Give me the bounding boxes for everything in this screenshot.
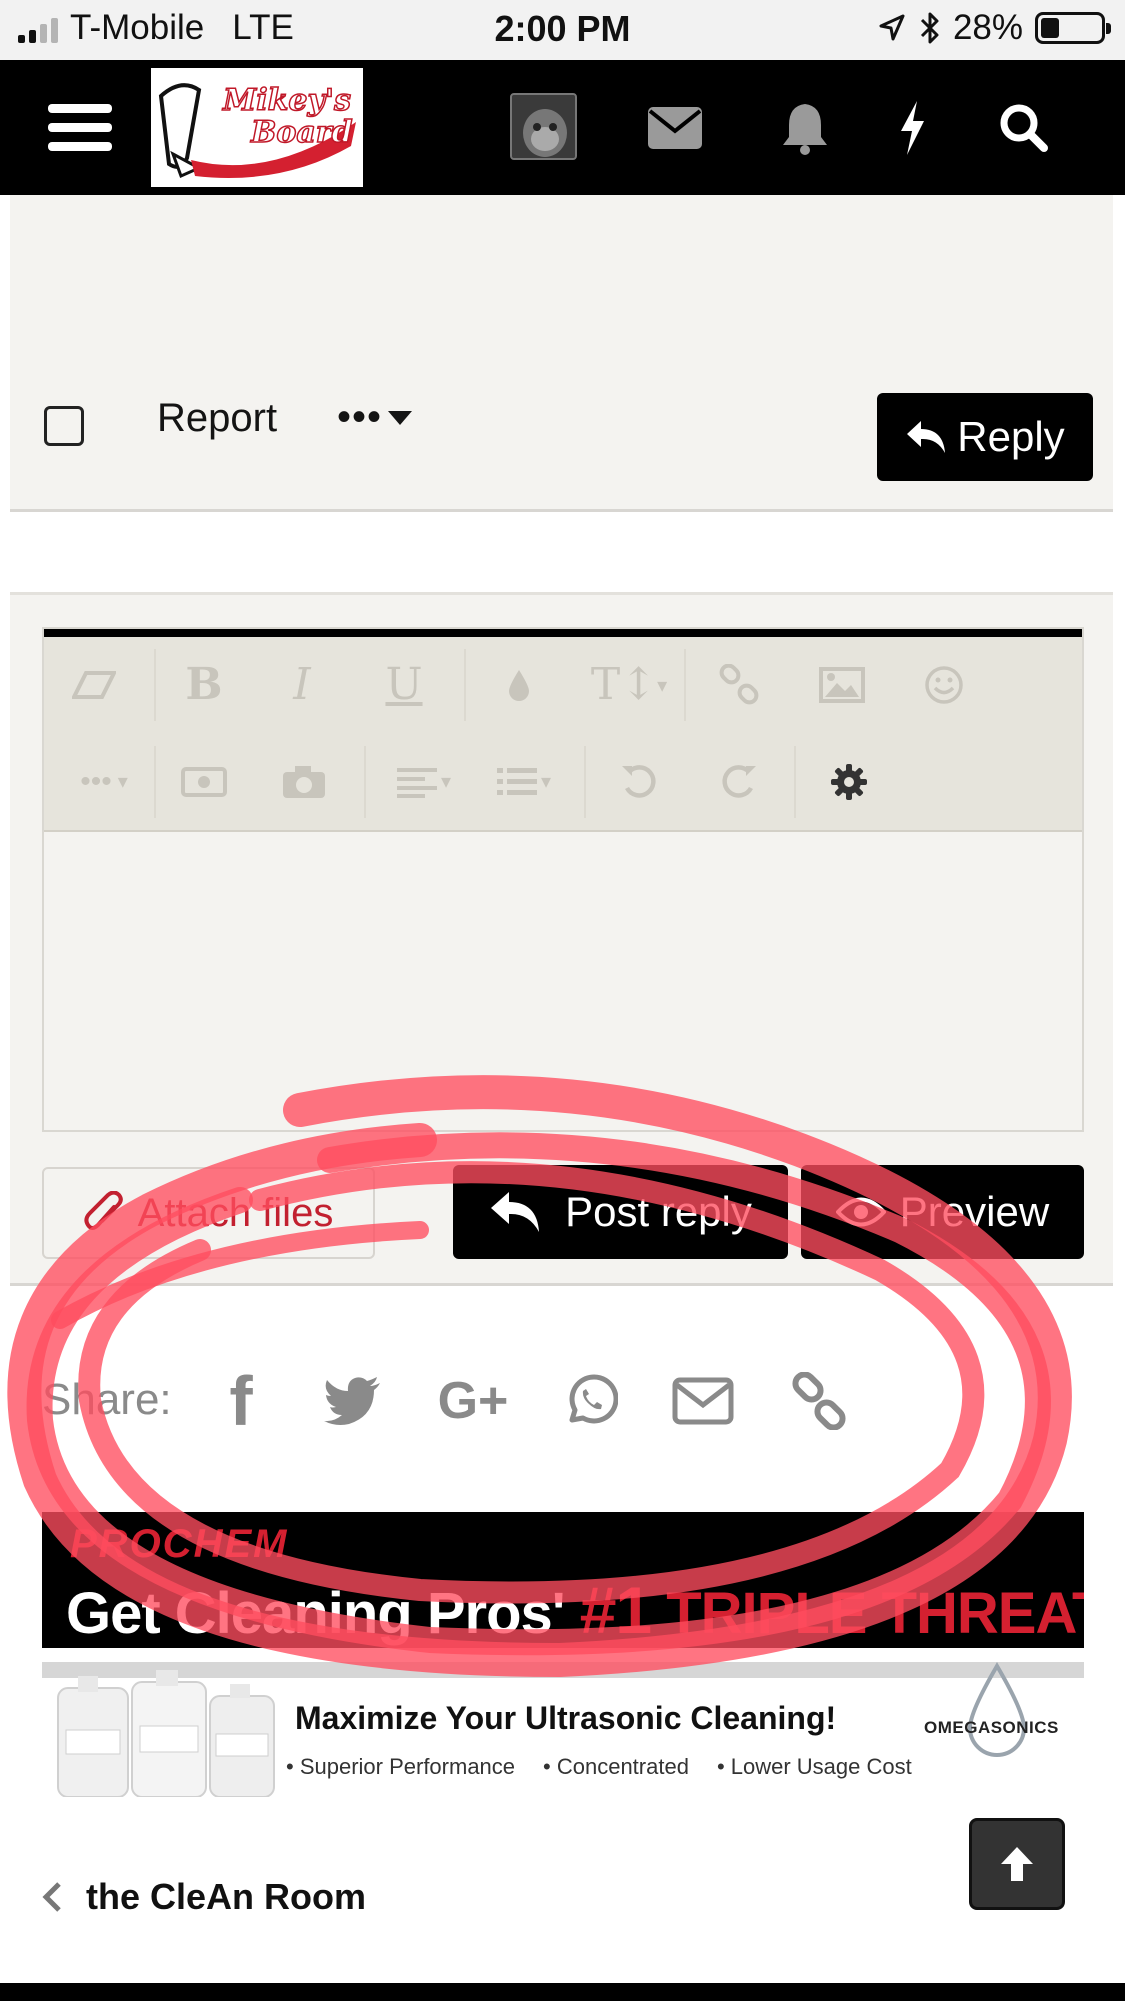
align-icon[interactable]: ▾ [384,734,464,829]
paperclip-icon [84,1191,123,1230]
scroll-to-top-button[interactable] [969,1818,1065,1910]
toolbar-row-2: ••• ▾ ▾ ▾ [44,734,1082,829]
whatsapp-icon[interactable] [556,1366,626,1436]
email-icon[interactable] [668,1366,738,1436]
italic-icon[interactable]: I [272,637,332,732]
omegasonics-ad-banner[interactable]: Maximize Your Ultrasonic Cleaning! • Sup… [42,1662,1084,1797]
site-logo[interactable]: Mikey's Board [151,68,363,187]
more-icon[interactable]: ••• ▾ [64,734,144,829]
logo-text-1: Mikey's [222,83,351,118]
ad-brand-name: OMEGASONICS [924,1718,1059,1737]
reply-editor-section: B I U T↕ ▾ ••• ▾ ▾ ▾ Attach files Post r… [10,592,1113,1286]
camera-icon[interactable] [274,734,334,829]
list-icon[interactable]: ▾ [484,734,564,829]
reply-button[interactable]: Reply [877,393,1093,481]
rich-text-editor: B I U T↕ ▾ ••• ▾ ▾ ▾ [42,627,1084,1132]
undo-icon[interactable] [609,734,669,829]
attach-files-label: Attach files [137,1190,334,1235]
chevron-left-icon [42,1882,61,1912]
reply-button-label: Reply [957,413,1065,460]
reply-arrow-icon [491,1192,540,1232]
search-icon[interactable] [994,60,1054,195]
editor-text-area[interactable] [44,834,1082,1130]
post-reply-button[interactable]: Post reply [453,1165,788,1259]
report-link[interactable]: Report [157,396,277,441]
ad-bullets: • Superior Performance • Concentrated • … [286,1754,912,1779]
arrow-up-icon [1001,1847,1033,1881]
ad-headline: Get Cleaning Pros' #1 TRIPLE THREAT [66,1573,1084,1647]
media-icon[interactable] [174,734,234,829]
link-icon[interactable] [784,1366,854,1436]
bottom-bar [0,1983,1125,2001]
smiley-icon[interactable] [914,637,974,732]
toolbar-row-1: B I U T↕ ▾ [44,637,1082,732]
share-label: Share: [42,1375,172,1424]
google-plus-icon[interactable]: G+ [428,1366,518,1436]
reply-arrow-icon [907,421,946,453]
post-reply-label: Post reply [565,1188,752,1235]
more-actions-label: ••• [337,395,383,439]
eraser-icon[interactable] [64,637,124,732]
preview-label: Preview [899,1188,1050,1235]
bolt-icon[interactable] [887,60,937,195]
product-bottles-image [57,1670,275,1797]
breadcrumb-back-link[interactable]: the CleAn Room [42,1876,366,1918]
battery-icon [1035,12,1111,44]
eye-icon [835,1197,886,1227]
editor-top-border [44,629,1082,637]
image-icon[interactable] [812,637,872,732]
bold-icon[interactable]: B [174,637,234,732]
avatar[interactable] [510,93,577,160]
underline-icon[interactable]: U [374,637,434,732]
more-actions-menu[interactable]: ••• [337,395,413,440]
color-drop-icon[interactable] [494,637,544,732]
status-right: 28% [877,8,1111,48]
water-drop-icon [967,1662,1027,1757]
facebook-icon[interactable]: f [206,1362,276,1440]
preview-button[interactable]: Preview [801,1165,1084,1259]
link-icon[interactable] [709,637,769,732]
gear-icon[interactable] [819,734,879,829]
location-arrow-icon [879,14,905,41]
attach-files-button[interactable]: Attach files [42,1167,375,1259]
envelope-icon[interactable] [645,60,705,195]
bluetooth-icon [920,12,939,44]
redo-icon[interactable] [709,734,769,829]
ad-brand: PROCHEM [70,1522,289,1566]
logo-text-2: Board [250,115,353,150]
editor-toolbar: B I U T↕ ▾ ••• ▾ ▾ ▾ [44,637,1082,832]
bell-icon[interactable] [775,60,835,195]
status-bar: T-Mobile LTE 2:00 PM 28% [0,0,1125,60]
post-actions-bar: Report ••• Reply [10,195,1113,512]
prochem-ad-banner[interactable]: PROCHEM Get Cleaning Pros' #1 TRIPLE THR… [42,1512,1084,1648]
breadcrumb-label: the CleAn Room [86,1876,367,1917]
caret-down-icon [388,410,413,425]
select-post-checkbox[interactable] [44,406,84,446]
font-size-icon[interactable]: T↕ ▾ [584,637,674,732]
battery-percent: 28% [952,8,1023,47]
ad-title: Maximize Your Ultrasonic Cleaning! [295,1700,837,1736]
menu-icon[interactable] [40,60,120,195]
twitter-icon[interactable] [318,1366,388,1436]
